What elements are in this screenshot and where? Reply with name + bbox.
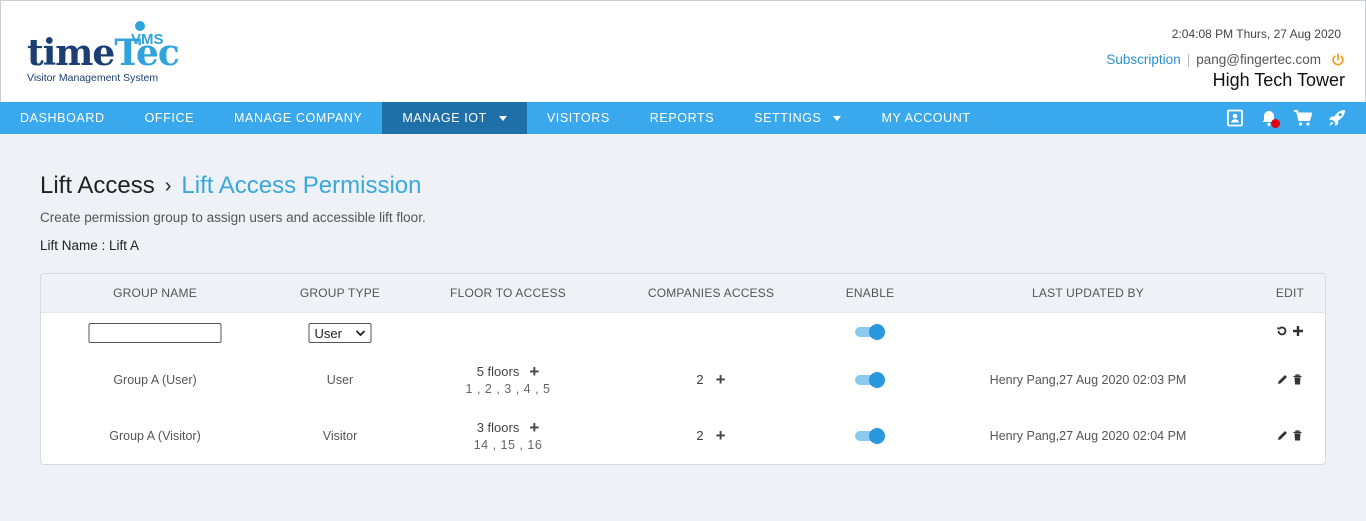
nav-manage-iot-label: MANAGE IOT xyxy=(402,111,487,125)
th-group-type: GROUP TYPE xyxy=(299,286,381,300)
notification-bell-icon[interactable] xyxy=(1258,107,1280,129)
nav-reports[interactable]: REPORTS xyxy=(630,102,734,134)
enable-cell xyxy=(855,428,885,444)
contact-card-icon[interactable] xyxy=(1224,107,1246,129)
pencil-icon[interactable] xyxy=(1277,430,1288,441)
group-type-cell: User xyxy=(326,373,354,387)
floors-list: 14 , 15 , 16 xyxy=(473,438,543,452)
add-floor-icon[interactable]: + xyxy=(529,419,539,436)
timetec-vms-logo[interactable]: timeTec VMS Visitor Management System xyxy=(27,21,180,89)
chevron-down-icon xyxy=(833,115,842,121)
trash-icon[interactable] xyxy=(1292,430,1303,441)
table-header: GROUP NAME GROUP TYPE FLOOR TO ACCESS CO… xyxy=(41,274,1325,313)
group-name-cell: Group A (Visitor) xyxy=(109,429,201,443)
companies-access-cell: 2 + xyxy=(696,427,726,444)
nav-visitors[interactable]: VISITORS xyxy=(527,102,630,134)
nav-dashboard[interactable]: DASHBOARD xyxy=(0,102,125,134)
breadcrumb: Lift Access › Lift Access Permission xyxy=(40,172,421,200)
group-name-input[interactable] xyxy=(88,323,222,343)
nav-my-account[interactable]: MY ACCOUNT xyxy=(861,102,990,134)
pencil-icon[interactable] xyxy=(1277,374,1288,385)
new-group-type-cell: User xyxy=(308,323,372,343)
trash-icon[interactable] xyxy=(1292,374,1303,385)
group-type-select-value: User xyxy=(314,325,342,341)
notification-badge xyxy=(1271,119,1280,128)
floor-access-cell: 3 floors + 14 , 15 , 16 xyxy=(473,419,543,453)
companies-count: 2 xyxy=(696,372,704,387)
subscription-link[interactable]: Subscription xyxy=(1106,52,1180,67)
group-type-cell: Visitor xyxy=(322,429,358,443)
nav-icon-group xyxy=(1224,102,1348,134)
nav-office[interactable]: OFFICE xyxy=(125,102,214,134)
header-user-panel: 2:04:08 PM Thurs, 27 Aug 2020 Subscripti… xyxy=(1106,27,1345,91)
table-row: Group A (User) User 5 floors + 1 , 2 , 3… xyxy=(41,356,1325,412)
th-companies-access: COMPANIES ACCESS xyxy=(647,286,775,300)
lift-name: Lift Name : Lift A xyxy=(40,238,140,253)
logo-vms-text: VMS xyxy=(131,31,164,48)
power-icon[interactable] xyxy=(1327,52,1345,67)
page-title: Lift Access Permission xyxy=(181,172,422,199)
cart-icon[interactable] xyxy=(1292,107,1314,129)
chevron-down-icon xyxy=(498,115,507,121)
new-group-row: User xyxy=(41,313,1325,356)
add-floor-icon[interactable]: + xyxy=(529,363,539,380)
edit-cell xyxy=(1277,430,1303,441)
logo-subtitle: Visitor Management System xyxy=(27,72,159,84)
new-edit-cell xyxy=(1276,325,1304,337)
app-header: timeTec VMS Visitor Management System 2:… xyxy=(0,0,1366,102)
enable-toggle[interactable] xyxy=(855,372,885,388)
nav-settings-label: SETTINGS xyxy=(754,111,822,125)
group-type-select[interactable]: User xyxy=(308,323,372,343)
chevron-down-icon xyxy=(355,330,366,337)
new-group-name-cell xyxy=(88,323,222,343)
enable-toggle[interactable] xyxy=(855,428,885,444)
nav-settings[interactable]: SETTINGS xyxy=(734,102,861,134)
table-row: Group A (Visitor) Visitor 3 floors + 14 … xyxy=(41,412,1325,464)
permission-table: GROUP NAME GROUP TYPE FLOOR TO ACCESS CO… xyxy=(40,273,1326,465)
rocket-icon[interactable] xyxy=(1326,107,1348,129)
floors-count: 3 floors xyxy=(476,420,520,435)
nav-manage-iot[interactable]: MANAGE IOT xyxy=(382,102,527,134)
main-nav: DASHBOARD OFFICE MANAGE COMPANY MANAGE I… xyxy=(0,102,1366,134)
breadcrumb-lift-access[interactable]: Lift Access xyxy=(40,172,155,200)
last-updated-cell: Henry Pang,27 Aug 2020 02:03 PM xyxy=(989,373,1187,387)
header-datetime: 2:04:08 PM Thurs, 27 Aug 2020 xyxy=(1171,27,1341,41)
header-user-line: Subscription | pang@fingertec.com xyxy=(1106,52,1345,67)
edit-cell xyxy=(1277,374,1303,385)
add-icon[interactable] xyxy=(1292,325,1304,337)
add-company-icon[interactable]: + xyxy=(716,427,726,444)
last-updated-cell: Henry Pang,27 Aug 2020 02:04 PM xyxy=(989,429,1187,443)
breadcrumb-separator: › xyxy=(164,174,172,197)
page-description: Create permission group to assign users … xyxy=(40,210,426,225)
floor-access-cell: 5 floors + 1 , 2 , 3 , 4 , 5 xyxy=(465,363,551,397)
companies-access-cell: 2 + xyxy=(696,371,726,388)
reset-icon[interactable] xyxy=(1276,325,1288,337)
th-last-updated-by: LAST UPDATED BY xyxy=(1032,286,1144,300)
th-group-name: GROUP NAME xyxy=(113,286,197,300)
companies-count: 2 xyxy=(696,428,704,443)
th-enable: ENABLE xyxy=(845,286,895,300)
th-edit: EDIT xyxy=(1275,286,1305,300)
floors-list: 1 , 2 , 3 , 4 , 5 xyxy=(465,382,551,396)
enable-cell xyxy=(855,372,885,388)
header-separator: | xyxy=(1186,52,1191,67)
new-enable-cell xyxy=(855,324,885,340)
group-name-cell: Group A (User) xyxy=(113,373,197,387)
logo-person-icon xyxy=(135,21,145,31)
site-name: High Tech Tower xyxy=(1212,70,1345,90)
enable-toggle[interactable] xyxy=(855,324,885,340)
th-floor-to-access: FLOOR TO ACCESS xyxy=(450,286,566,300)
floors-count: 5 floors xyxy=(476,364,520,379)
nav-manage-company[interactable]: MANAGE COMPANY xyxy=(214,102,382,134)
user-email: pang@fingertec.com xyxy=(1196,52,1321,67)
add-company-icon[interactable]: + xyxy=(716,371,726,388)
